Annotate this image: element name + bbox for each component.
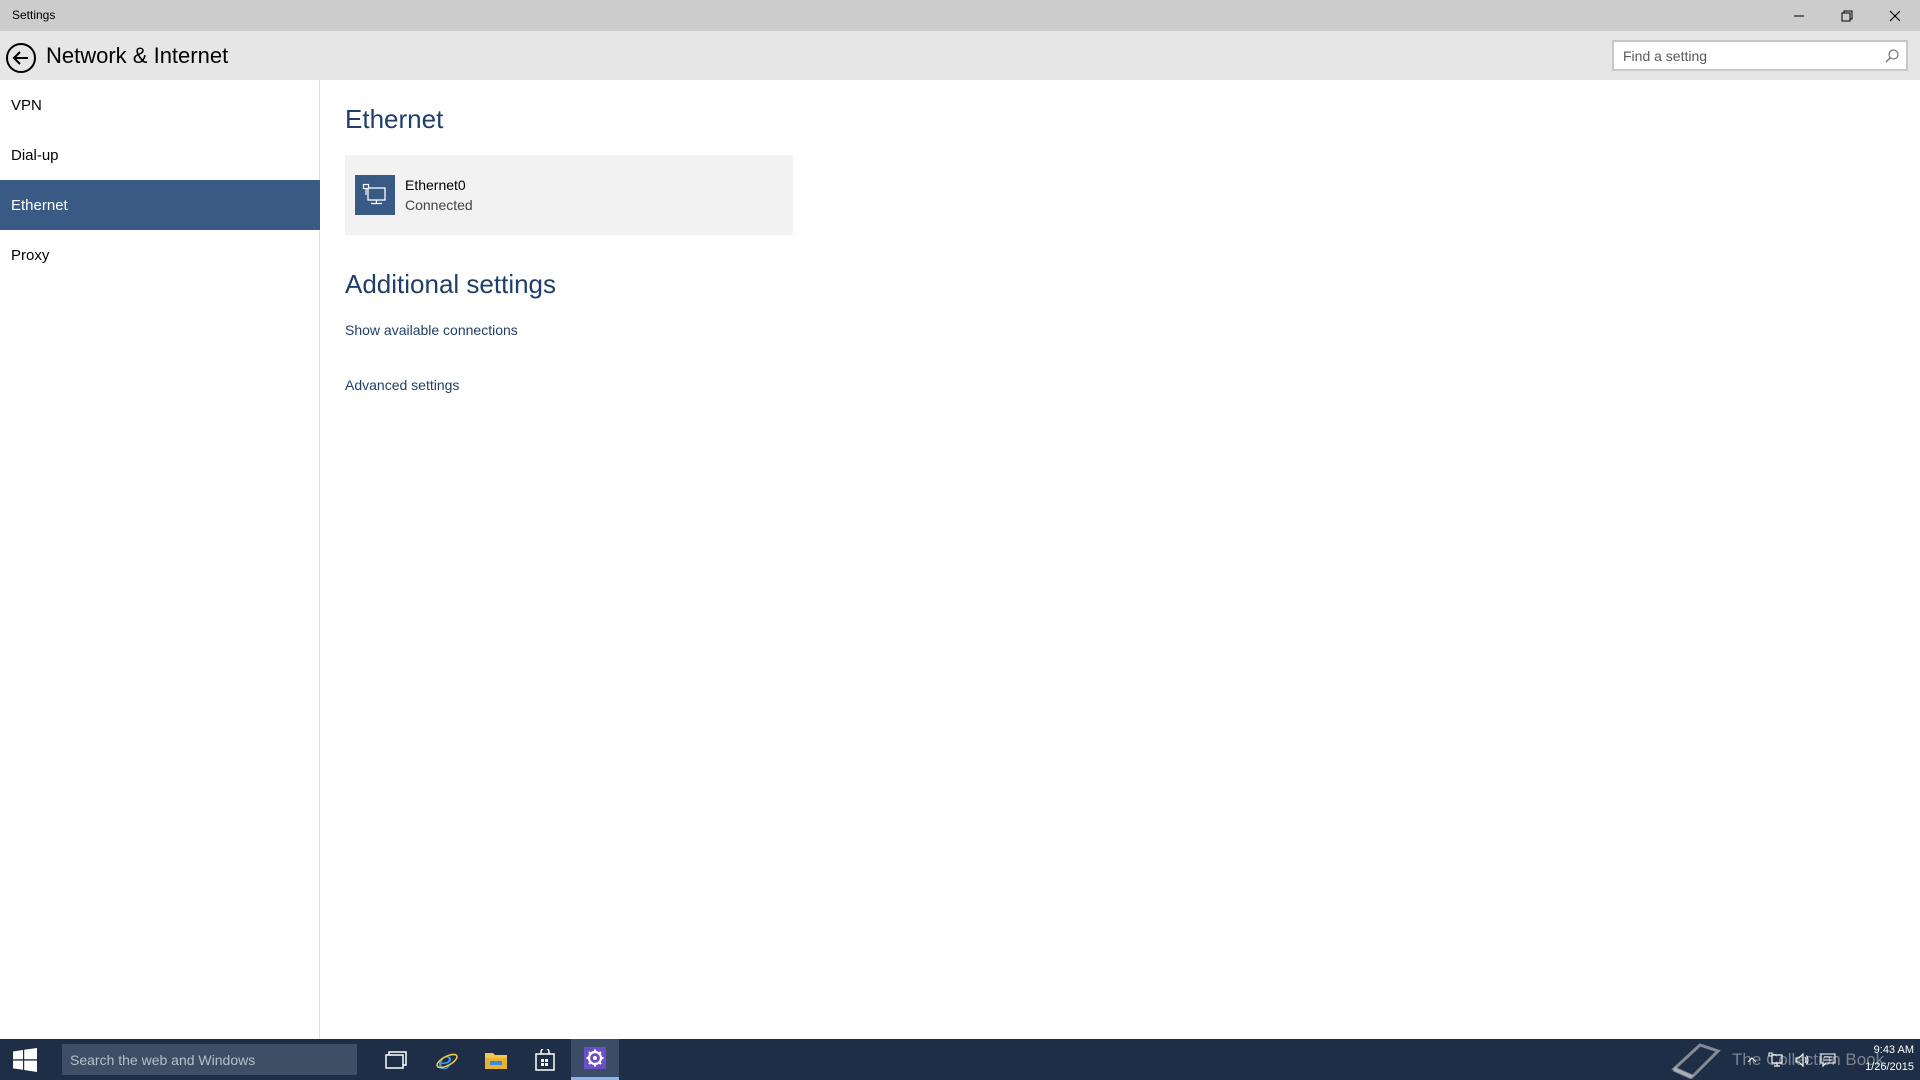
settings-taskbar-button[interactable] <box>571 1039 619 1080</box>
volume-tray-button[interactable] <box>1790 1039 1814 1080</box>
task-view-button[interactable] <box>372 1039 420 1080</box>
file-explorer-icon <box>485 1052 507 1069</box>
show-hidden-icons-button[interactable] <box>1744 1039 1760 1080</box>
network-icon <box>1768 1052 1783 1067</box>
section-title-ethernet: Ethernet <box>345 104 444 134</box>
search-icon[interactable] <box>1884 48 1900 64</box>
clock-time: 9:43 AM <box>1873 1044 1914 1056</box>
book-logo-icon <box>1671 1042 1721 1079</box>
sidebar-item-vpn[interactable]: VPN <box>0 80 320 130</box>
taskbar-search-input[interactable] <box>62 1044 342 1075</box>
main-content: Ethernet Ethernet0 Connected Additional … <box>321 80 1920 1039</box>
back-button[interactable] <box>5 42 37 74</box>
sidebar-item-dial-up[interactable]: Dial-up <box>0 130 320 180</box>
message-icon <box>1820 1052 1836 1067</box>
close-icon <box>1889 10 1901 21</box>
ethernet-connection-tile[interactable]: Ethernet0 Connected <box>345 155 793 235</box>
clock-date: 1/26/2015 <box>1865 1061 1914 1073</box>
connection-name: Ethernet0 <box>405 177 466 193</box>
show-available-connections-link[interactable]: Show available connections <box>345 322 518 338</box>
file-explorer-button[interactable] <box>472 1039 520 1080</box>
restore-button[interactable] <box>1824 0 1870 31</box>
find-setting-box[interactable] <box>1612 40 1908 71</box>
sidebar: VPN Dial-up Ethernet Proxy <box>0 80 320 1039</box>
internet-explorer-icon: e <box>436 1048 458 1072</box>
title-bar: Settings <box>0 0 1920 31</box>
sidebar-item-label: VPN <box>11 96 42 114</box>
internet-explorer-button[interactable]: e <box>423 1039 471 1080</box>
advanced-settings-link[interactable]: Advanced settings <box>345 377 459 393</box>
restore-icon <box>1841 10 1853 21</box>
settings-header: Network & Internet <box>0 31 1920 80</box>
network-tray-button[interactable] <box>1764 1039 1788 1080</box>
back-arrow-icon <box>6 43 36 73</box>
sidebar-item-ethernet[interactable]: Ethernet <box>0 180 320 230</box>
ethernet-monitor-icon <box>355 175 395 215</box>
close-button[interactable] <box>1872 0 1918 31</box>
start-button[interactable] <box>0 1039 50 1080</box>
minimize-button[interactable] <box>1776 0 1822 31</box>
settings-icon <box>584 1047 606 1069</box>
taskbar-search-box[interactable] <box>62 1044 357 1075</box>
page-title: Network & Internet <box>46 43 229 68</box>
section-title-additional: Additional settings <box>345 269 557 299</box>
sidebar-item-label: Proxy <box>11 246 50 264</box>
speaker-icon <box>1795 1052 1809 1067</box>
sidebar-item-label: Ethernet <box>11 196 68 214</box>
sidebar-item-proxy[interactable]: Proxy <box>0 230 320 280</box>
windows-logo-icon <box>13 1047 37 1072</box>
store-icon <box>535 1048 555 1071</box>
taskbar-clock[interactable]: 9:43 AM 1/26/2015 <box>1840 1042 1914 1076</box>
connection-status: Connected <box>405 197 473 213</box>
store-button[interactable] <box>521 1039 569 1080</box>
taskbar: e <box>0 1039 1920 1080</box>
sidebar-item-label: Dial-up <box>11 146 59 164</box>
action-center-button[interactable] <box>1816 1039 1840 1080</box>
task-view-icon <box>385 1050 407 1069</box>
chevron-up-icon <box>1747 1056 1757 1062</box>
minimize-icon <box>1794 15 1804 16</box>
find-setting-input[interactable] <box>1614 42 1874 69</box>
window-title: Settings <box>12 8 56 22</box>
